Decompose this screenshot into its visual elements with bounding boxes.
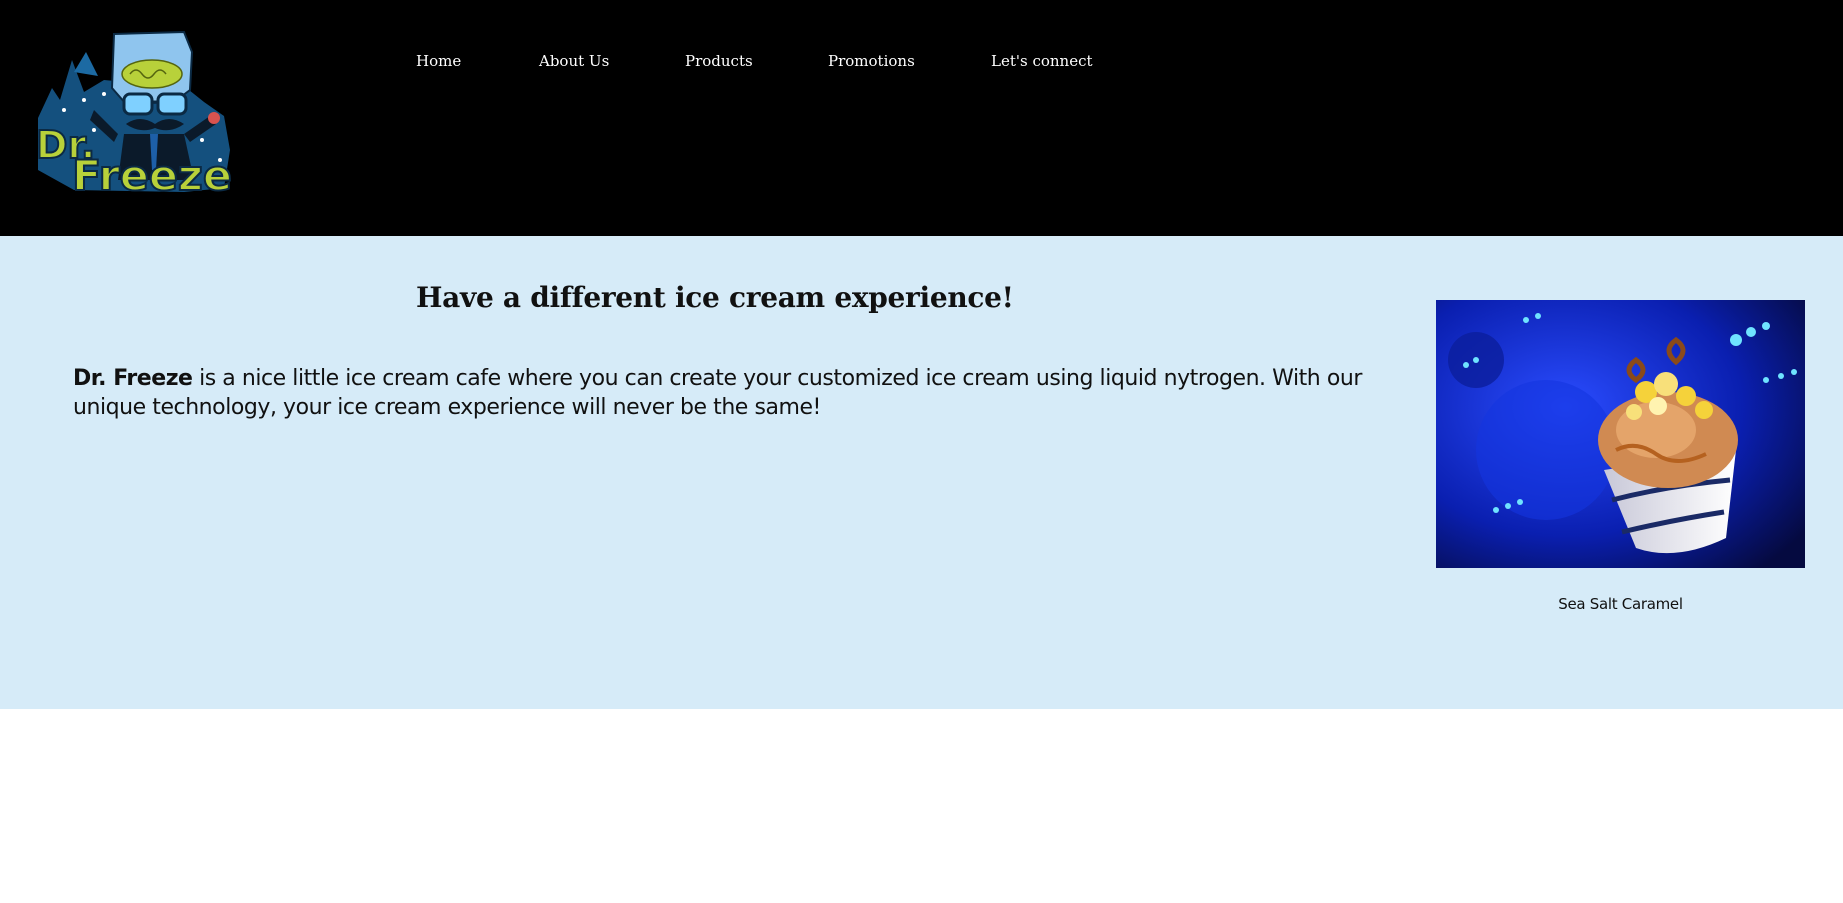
nav-lets-connect[interactable]: Let's connect	[991, 52, 1093, 70]
site-header: Dr. Freeze Home About Us Products Promot…	[0, 0, 1843, 236]
featured-ice-cream-photo	[1436, 300, 1805, 568]
nav-products[interactable]: Products	[685, 52, 753, 70]
intro-text: is a nice little ice cream cafe where yo…	[73, 366, 1362, 420]
nav-promotions[interactable]: Promotions	[828, 52, 915, 70]
photo-caption: Sea Salt Caramel	[1558, 595, 1683, 613]
dr-freeze-logo[interactable]: Dr. Freeze	[34, 30, 236, 201]
logo-text-freeze: Freeze	[72, 151, 232, 200]
intro-brand-name: Dr. Freeze	[73, 366, 193, 391]
intro-paragraph: Dr. Freeze is a nice little ice cream ca…	[73, 364, 1363, 422]
nav-about-us[interactable]: About Us	[539, 52, 609, 70]
page-headline: Have a different ice cream experience!	[416, 281, 1014, 314]
dr-freeze-logo-image: Dr. Freeze	[35, 30, 233, 201]
nav-home[interactable]: Home	[416, 52, 461, 70]
